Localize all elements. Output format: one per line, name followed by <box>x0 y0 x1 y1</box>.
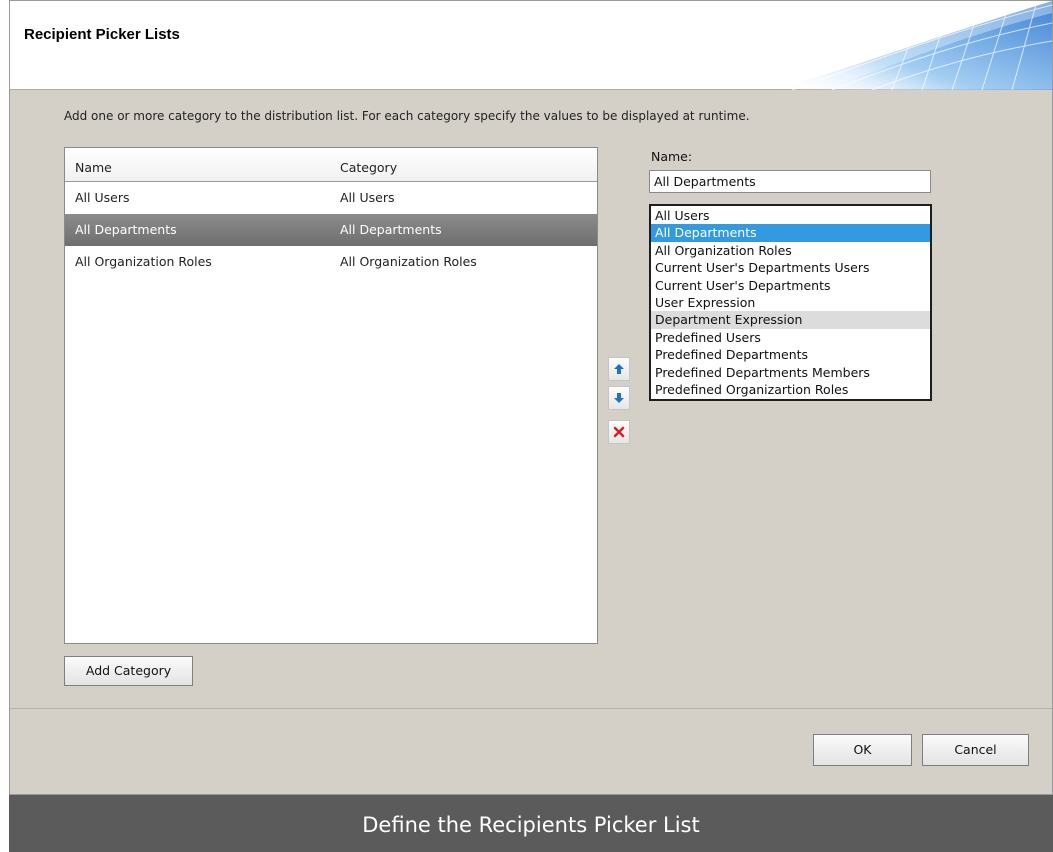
name-input[interactable] <box>649 170 931 193</box>
dialog-header: Recipient Picker Lists <box>10 1 1052 90</box>
row-category: All Organization Roles <box>340 254 477 269</box>
arrow-up-icon <box>614 364 624 374</box>
row-category: All Departments <box>340 222 442 237</box>
move-down-button[interactable] <box>608 386 630 410</box>
row-category: All Users <box>340 190 395 205</box>
row-name: All Users <box>75 190 130 205</box>
instructions-text: Add one or more category to the distribu… <box>64 109 750 123</box>
listbox-option[interactable]: All Organization Roles <box>651 242 930 259</box>
table-row[interactable]: All Organization Roles All Organization … <box>65 246 597 278</box>
delete-icon <box>613 426 625 438</box>
table-row[interactable]: All Users All Users <box>65 182 597 214</box>
table-row-selected[interactable]: All Departments All Departments <box>65 214 597 246</box>
move-up-button[interactable] <box>608 357 630 381</box>
listbox-option[interactable]: Current User's Departments <box>651 277 930 294</box>
row-name: All Departments <box>75 222 177 237</box>
name-label: Name: <box>651 149 693 164</box>
dialog-title: Recipient Picker Lists <box>24 26 180 43</box>
header-wave-decoration <box>772 1 1052 90</box>
delete-button[interactable] <box>608 420 630 444</box>
listbox-option[interactable]: User Expression <box>651 294 930 311</box>
listbox-option-hovered[interactable]: Department Expression <box>651 311 930 329</box>
category-listbox[interactable]: All Users All Departments All Organizati… <box>649 204 932 401</box>
ok-button[interactable]: OK <box>813 734 912 766</box>
add-category-button[interactable]: Add Category <box>64 656 193 686</box>
listbox-option[interactable]: Predefined Organizartion Roles <box>651 381 930 398</box>
row-name: All Organization Roles <box>75 254 212 269</box>
listbox-option-selected[interactable]: All Departments <box>651 224 930 242</box>
listbox-option[interactable]: Current User's Departments Users <box>651 259 930 276</box>
column-header-name[interactable]: Name <box>75 160 112 175</box>
footer-divider <box>10 708 1052 709</box>
arrow-down-icon <box>614 393 624 403</box>
category-grid: Name Category All Users All Users All De… <box>64 147 598 644</box>
cancel-button[interactable]: Cancel <box>922 734 1029 766</box>
recipient-picker-dialog: Recipient Picker Lists Add one or more c… <box>9 0 1053 795</box>
listbox-option[interactable]: Predefined Departments Members <box>651 364 930 381</box>
caption-bar: Define the Recipients Picker List <box>9 795 1053 852</box>
grid-header: Name Category <box>65 148 597 182</box>
listbox-option[interactable]: Predefined Users <box>651 329 930 346</box>
column-header-category[interactable]: Category <box>340 160 397 175</box>
listbox-option[interactable]: Predefined Departments <box>651 346 930 363</box>
listbox-option[interactable]: All Users <box>651 207 930 224</box>
